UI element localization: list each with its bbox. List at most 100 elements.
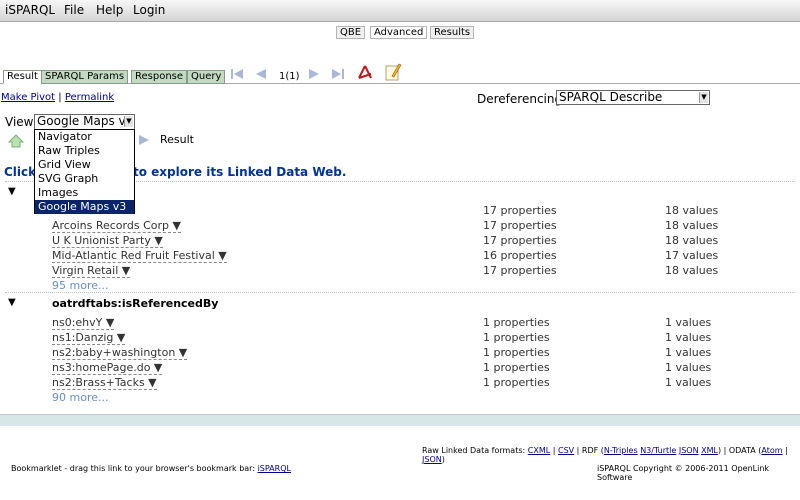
last-page-icon[interactable]	[330, 66, 346, 82]
atom-link[interactable]: Atom	[761, 446, 782, 455]
row-name-link[interactable]: ns1:Danzig ▼	[52, 331, 126, 345]
xml-link[interactable]: XML	[701, 446, 718, 455]
row-name-link[interactable]: ns2:Brass+Tacks ▼	[52, 376, 157, 390]
row-name-link[interactable]: U K Unionist Party ▼	[52, 234, 163, 248]
divider	[5, 292, 795, 293]
view-value: Google Maps v3	[37, 114, 134, 128]
row-properties: 17 properties	[483, 234, 557, 247]
ntriples-link[interactable]: N-Triples	[604, 446, 638, 455]
permalink-link[interactable]: Permalink	[65, 92, 114, 103]
headline-right: to explore its Linked Data Web.	[133, 165, 347, 179]
row-properties: 1 properties	[483, 376, 550, 389]
table-row: ns1:Danzig ▼ 1 properties 1 values	[0, 331, 800, 346]
view-option-google-maps[interactable]: Google Maps v3	[35, 200, 134, 214]
view-option-navigator[interactable]: Navigator	[35, 130, 134, 144]
tab-qbe[interactable]: QBE	[336, 26, 366, 39]
table-row: ns2:Brass+Tacks ▼ 1 properties 1 values	[0, 376, 800, 391]
mode-tabs: QBE Advanced Results	[0, 26, 800, 40]
edit-icon[interactable]	[384, 62, 402, 82]
copyright: iSPARQL Copyright © 2006-2011 OpenLink S…	[597, 464, 770, 482]
make-pivot-link[interactable]: Make Pivot	[1, 92, 55, 103]
table-row: Mid-Atlantic Red Fruit Festival ▼ 16 pro…	[0, 249, 800, 264]
tab-results[interactable]: Results	[430, 26, 475, 39]
csv-link[interactable]: CSV	[558, 446, 574, 455]
table-row: Arcoins Records Corp ▼ 17 properties 18 …	[0, 219, 800, 234]
row-values: 18 values	[665, 204, 719, 217]
table-row: Virgin Retail ▼ 17 properties 18 values	[0, 264, 800, 279]
table-row: U K Unionist Party ▼ 17 properties 18 va…	[0, 234, 800, 249]
dereferencing-select[interactable]: SPARQL Describe ▼	[556, 90, 710, 105]
menu-help[interactable]: Help	[96, 3, 123, 17]
row-properties: 17 properties	[483, 204, 557, 217]
row-name-link[interactable]: ns0:ehvY ▼	[52, 316, 115, 330]
raw-formats: Raw Linked Data formats: CXML | CSV | RD…	[422, 446, 788, 464]
menu-login[interactable]: Login	[133, 3, 165, 17]
row-values: 1 values	[665, 331, 712, 344]
menu-app[interactable]: iSPARQL	[5, 3, 55, 17]
view-option-grid-view[interactable]: Grid View	[35, 158, 134, 172]
dereferencing-label: Dereferencing:	[477, 92, 567, 106]
row-name-link[interactable]: ns2:baby+washington ▼	[52, 346, 188, 360]
tab-query[interactable]: Query	[187, 70, 226, 84]
row-values: 1 values	[665, 316, 712, 329]
result-links: Make Pivot | Permalink	[1, 92, 114, 103]
row-properties: 17 properties	[483, 219, 557, 232]
json-link[interactable]: JSON	[679, 446, 699, 455]
view-option-images[interactable]: Images	[35, 186, 134, 200]
arrow-right-icon	[139, 135, 149, 145]
collapse-icon[interactable]: ▼	[8, 186, 16, 197]
menu-file[interactable]: File	[64, 3, 84, 17]
home-icon[interactable]	[8, 134, 24, 148]
view-option-svg-graph[interactable]: SVG Graph	[35, 172, 134, 186]
headline-left: Click	[4, 165, 37, 179]
prev-page-icon[interactable]	[253, 66, 269, 82]
bookmarklet-link[interactable]: iSPARQL	[258, 464, 291, 473]
section-title: oatrdftabs:isReferencedBy	[52, 297, 219, 310]
row-values: 1 values	[665, 376, 712, 389]
breadcrumb: Result	[160, 133, 194, 146]
row-values: 1 values	[665, 346, 712, 359]
row-properties: 1 properties	[483, 361, 550, 374]
row-values: 17 values	[665, 249, 719, 262]
table-row: ns3:homePage.do ▼ 1 properties 1 values	[0, 361, 800, 376]
row-name-link[interactable]: ns3:homePage.do ▼	[52, 361, 163, 375]
chevron-down-icon: ▼	[124, 116, 133, 127]
row-properties: 1 properties	[483, 331, 550, 344]
next-page-icon[interactable]	[306, 66, 322, 82]
row-name-link[interactable]: Arcoins Records Corp ▼	[52, 219, 181, 233]
row-properties: 1 properties	[483, 316, 550, 329]
graph-icon[interactable]	[356, 63, 374, 81]
n3turtle-link[interactable]: N3/Turtle	[640, 446, 676, 455]
bookmarklet-note: Bookmarklet - drag this link to your bro…	[11, 464, 291, 473]
row-values: 18 values	[665, 234, 719, 247]
row-values: 1 values	[665, 361, 712, 374]
collapse-icon[interactable]: ▼	[8, 297, 16, 308]
row-properties: 16 properties	[483, 249, 557, 262]
chevron-down-icon: ▼	[699, 92, 708, 103]
link-separator: |	[58, 92, 62, 103]
tab-result[interactable]: Result	[3, 70, 42, 84]
tab-response[interactable]: Response	[131, 70, 188, 84]
more-link[interactable]: 90 more...	[52, 391, 108, 404]
view-dropdown-list: Navigator Raw Triples Grid View SVG Grap…	[34, 129, 135, 214]
json2-link[interactable]: JSON	[422, 455, 442, 464]
menu-bar: iSPARQL File Help Login	[0, 0, 800, 22]
view-option-raw-triples[interactable]: Raw Triples	[35, 144, 134, 158]
tab-advanced[interactable]: Advanced	[370, 26, 428, 39]
table-row: ns0:ehvY ▼ 1 properties 1 values	[0, 316, 800, 331]
table-row: ns2:baby+washington ▼ 1 properties 1 val…	[0, 346, 800, 361]
row-name-link[interactable]: Mid-Atlantic Red Fruit Festival ▼	[52, 249, 227, 263]
dereferencing-value: SPARQL Describe	[559, 90, 663, 104]
footer-band	[0, 414, 800, 426]
cxml-link[interactable]: CXML	[528, 446, 550, 455]
row-values: 18 values	[665, 219, 719, 232]
view-select[interactable]: Google Maps v3 ▼	[34, 114, 135, 130]
row-name-link[interactable]: Virgin Retail ▼	[52, 264, 131, 278]
row-properties: 1 properties	[483, 346, 550, 359]
view-label: View:	[5, 115, 37, 129]
row-values: 18 values	[665, 264, 719, 277]
tab-sparql-params[interactable]: SPARQL Params	[41, 70, 129, 84]
row-properties: 17 properties	[483, 264, 557, 277]
first-page-icon[interactable]	[229, 66, 245, 82]
more-link[interactable]: 95 more...	[52, 279, 108, 292]
